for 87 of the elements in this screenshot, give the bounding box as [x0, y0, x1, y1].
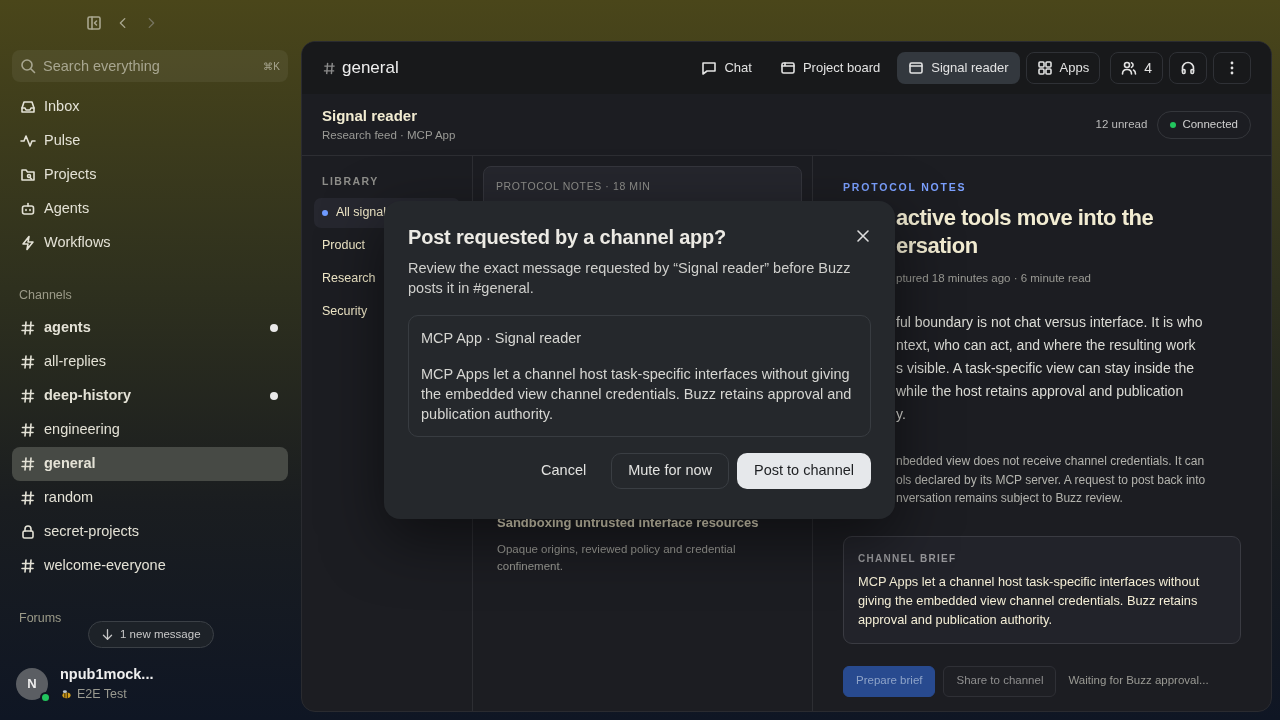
share-button[interactable]: Share to channel: [943, 665, 1057, 697]
preview-source: MCP App · Signal reader: [421, 329, 583, 348]
sidebar-icon: [86, 14, 102, 31]
close-icon: [855, 228, 871, 245]
article-text: while the host retains approval and publication: [896, 382, 1185, 401]
article-meta: ptured 18 minutes ago · 6 minute read: [895, 270, 1092, 286]
hash-icon: [322, 60, 337, 76]
hash-icon: [20, 319, 36, 336]
tab[interactable]: Signal reader: [897, 52, 1020, 84]
article-title: active tools move into the: [896, 203, 1155, 232]
nav-item[interactable]: Projects: [12, 158, 288, 192]
nav-label: Projects: [44, 165, 97, 185]
channel-item[interactable]: random: [12, 480, 288, 515]
headset-button[interactable]: [1169, 52, 1207, 84]
article-note: nversation remains subject to Buzz review.: [896, 490, 1124, 507]
section-heading: Channels: [18, 287, 73, 304]
hash-icon: [20, 557, 36, 574]
cancel-button[interactable]: Cancel: [524, 453, 604, 489]
article-text: s visible. A task-specific view can stay inside the: [896, 359, 1196, 378]
nav-label: Workflows: [44, 233, 111, 253]
shortcut-hint: ⌘K: [263, 60, 280, 74]
channel-item[interactable]: agents: [12, 310, 288, 345]
preview-text: MCP Apps let a channel host task-specific interfaces without giving the embedded view channel credentials. Buzz retains approval and publication authority.: [421, 365, 853, 424]
nav-item[interactable]: Inbox: [12, 90, 288, 124]
dialog-description: Review the exact message requested by “Signal reader” before Buzz posts it in #general.: [408, 259, 852, 298]
article-note: nbedded view does not receive channel credentials. It can: [896, 453, 1206, 470]
bolt-icon: [20, 235, 36, 251]
headphones-icon: [1180, 60, 1196, 76]
channel-title: general: [342, 57, 399, 80]
section-heading: Forums: [18, 609, 63, 627]
post-button[interactable]: Post to channel: [737, 453, 871, 489]
folder-icon: [20, 167, 36, 183]
search-icon: [20, 58, 36, 74]
chat-icon: [701, 60, 718, 76]
grid-icon: [1036, 60, 1053, 76]
board-icon: [779, 60, 796, 76]
hash-icon: [20, 353, 36, 370]
app-subtitle: Research feed · MCP App: [322, 128, 456, 144]
unread-count: 12 unread: [1095, 116, 1148, 132]
mute-button[interactable]: Mute for now: [611, 453, 730, 489]
people-icon: [1121, 60, 1138, 76]
avatar: N: [16, 667, 48, 700]
hash-icon: [20, 421, 36, 438]
hash-icon: [20, 455, 36, 472]
brief-heading: CHANNEL BRIEF: [858, 551, 958, 566]
article-title: ersation: [896, 231, 979, 260]
article-category: PROTOCOL NOTES: [843, 180, 968, 195]
channel-item[interactable]: engineering: [12, 412, 288, 447]
feed-meta: PROTOCOL NOTES · 18 MIN: [496, 179, 652, 194]
channel-item[interactable]: deep-history: [12, 378, 288, 413]
article-text: y.: [896, 405, 907, 424]
pulse-icon: [20, 133, 36, 149]
nav-label: Agents: [44, 199, 90, 219]
feed-title: Sandboxing untrusted interface resources: [497, 514, 760, 532]
app-title: Signal reader: [322, 105, 419, 126]
channel-item[interactable]: welcome-everyone: [12, 548, 288, 583]
article-text: ntext, who can act, and where the resulting work: [896, 336, 1197, 355]
members-button[interactable]: 4: [1110, 52, 1163, 84]
channel-item[interactable]: all-replies: [12, 344, 288, 379]
hash-icon: [20, 387, 36, 404]
dialog-title: Post requested by a channel app?: [408, 225, 727, 249]
user-status: E2E Test: [77, 686, 127, 704]
nav-item[interactable]: Agents: [12, 192, 288, 226]
new-message-button[interactable]: 1 new message: [88, 621, 214, 648]
nav-item[interactable]: Pulse: [12, 124, 288, 158]
feed-summary: Opaque origins, reviewed policy and credential confinement.: [497, 541, 737, 574]
window-icon: [908, 60, 925, 76]
nav-item[interactable]: Workflows: [12, 226, 288, 260]
hash-icon: [20, 489, 36, 506]
nav-label: Pulse: [44, 131, 81, 151]
tab[interactable]: Apps: [1025, 52, 1101, 84]
channel-item[interactable]: general: [12, 446, 288, 481]
lock-icon: [20, 523, 36, 540]
status-text: Waiting for Buzz approval...: [1068, 673, 1209, 689]
nav-label: Inbox: [44, 97, 80, 117]
tab[interactable]: Chat: [690, 52, 763, 84]
brief-text: MCP Apps let a channel host task-specific interfaces without giving the embedded view channel credentials. Buzz retains approval and publication authority.: [858, 572, 1201, 629]
inbox-icon: [20, 99, 36, 115]
article-note: ols declared by its MCP server. A request to post back into: [896, 471, 1207, 489]
robot-icon: [20, 201, 36, 217]
tab[interactable]: Project board: [768, 52, 892, 84]
section-heading: LIBRARY: [321, 174, 380, 189]
user-name: npub1mock...: [60, 664, 154, 684]
arrow-down-icon: [101, 628, 114, 641]
channel-item[interactable]: secret-projects: [12, 514, 288, 549]
more-button[interactable]: [1213, 52, 1251, 84]
article-text: ful boundary is not chat versus interface. It is who: [896, 313, 1204, 332]
